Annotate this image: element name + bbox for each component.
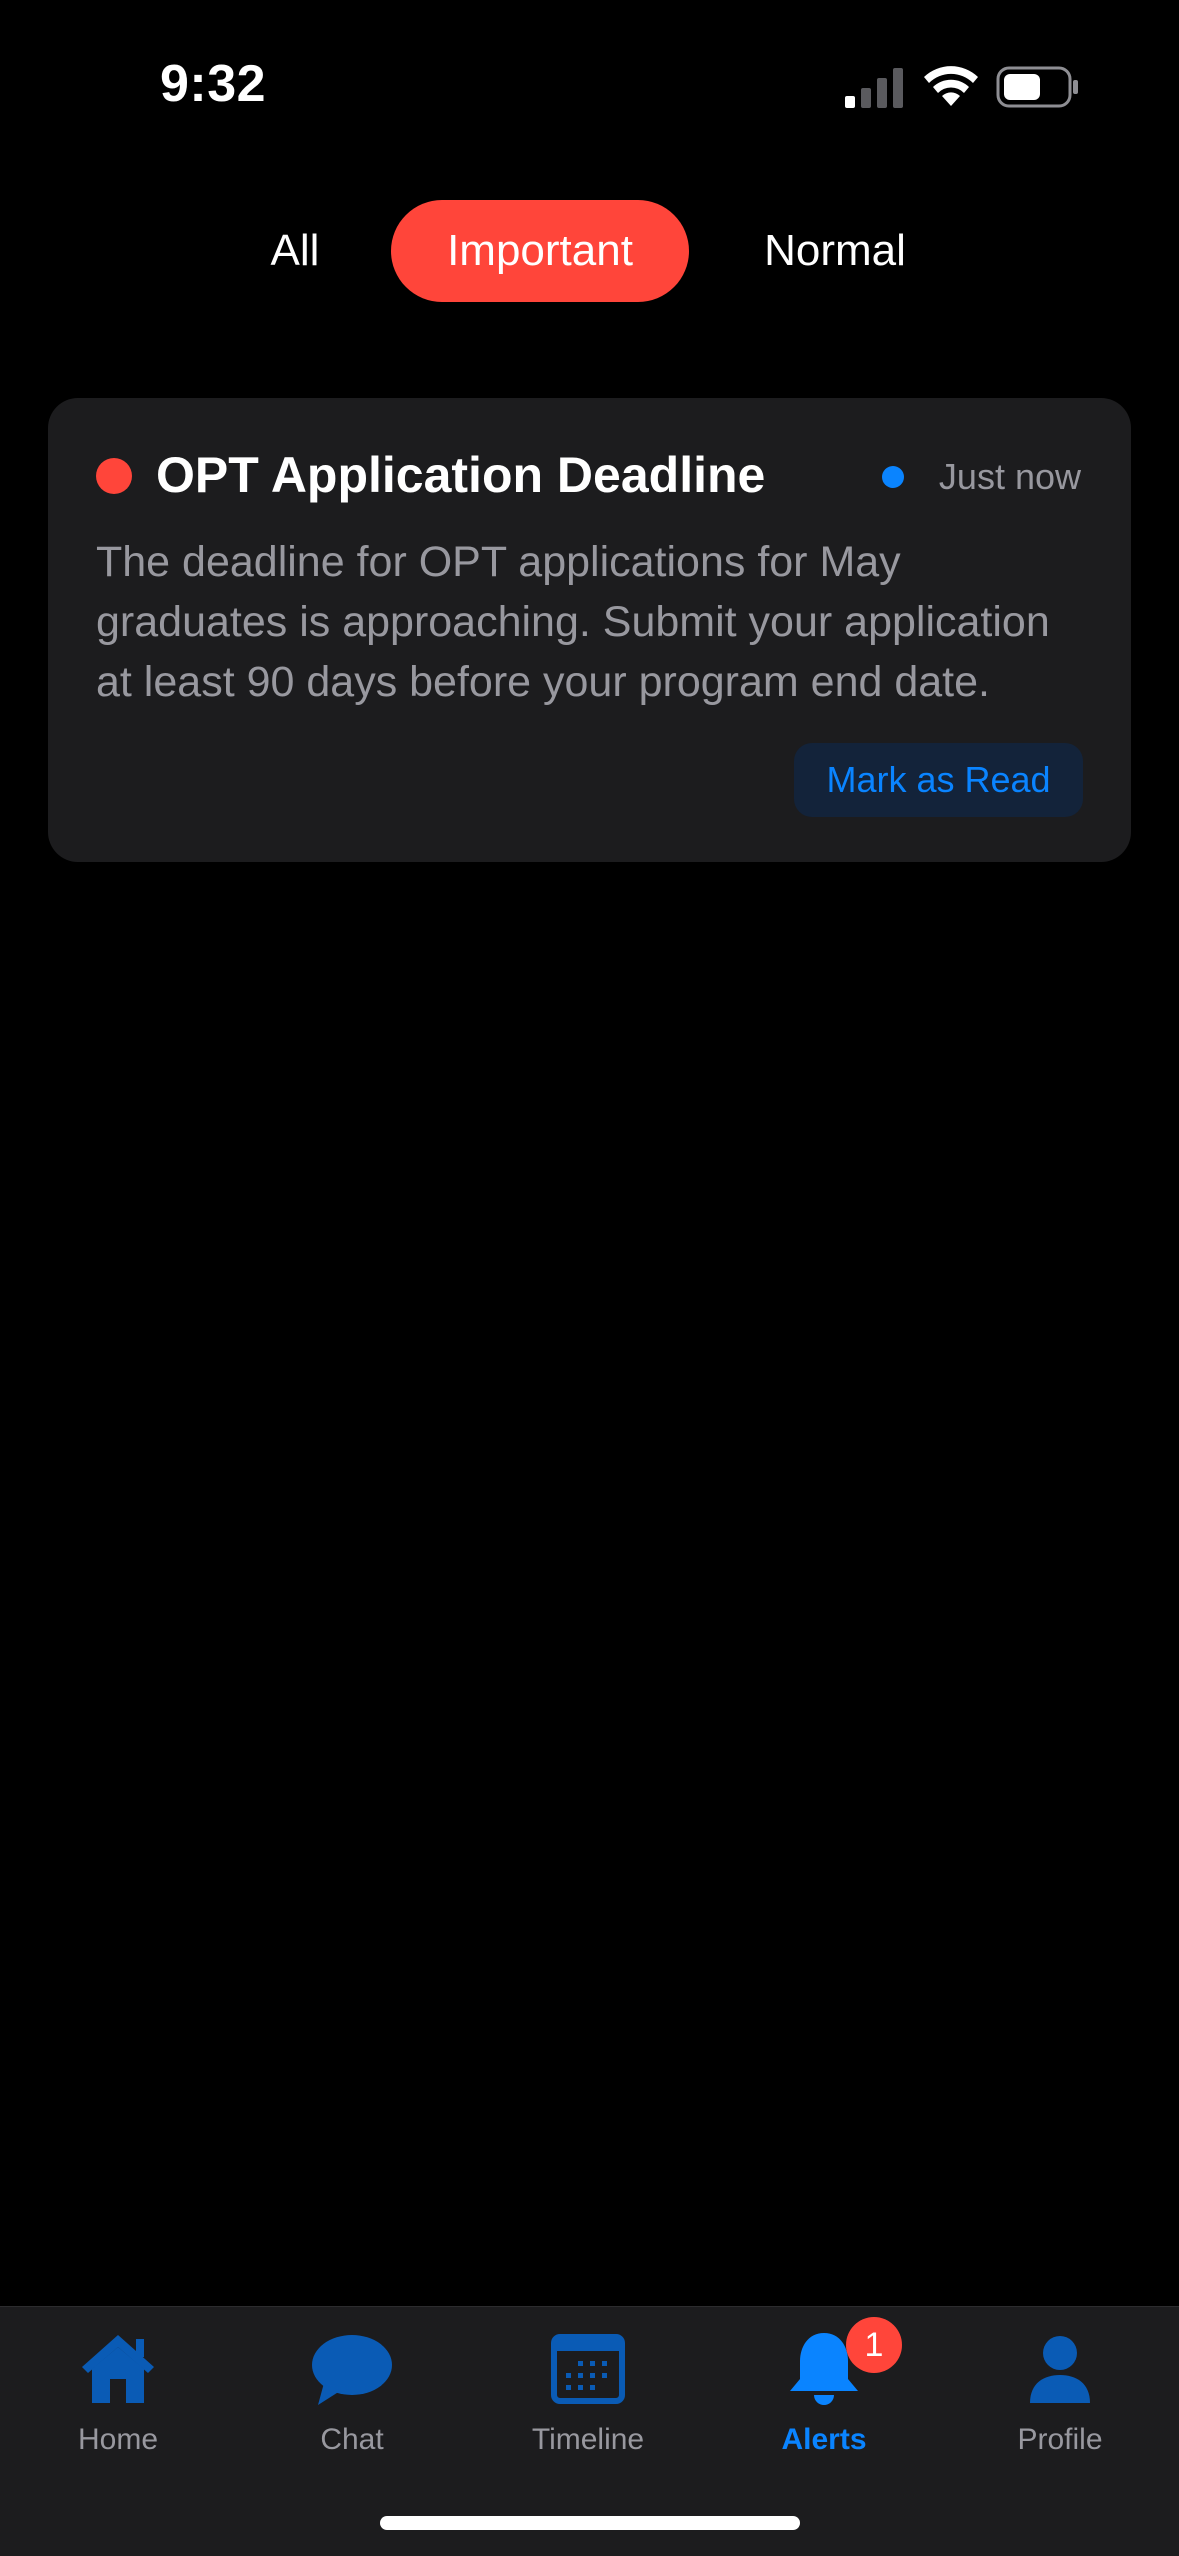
tab-home[interactable]: Home [0, 2307, 236, 2487]
priority-indicator [96, 458, 132, 494]
status-bar: 9:32 [0, 0, 1179, 170]
house-icon [82, 2335, 154, 2403]
chat-bubble-icon [312, 2335, 392, 2405]
notification-card[interactable]: OPT Application Deadline Just now The de… [48, 398, 1131, 862]
notification-time: Just now [938, 456, 1081, 497]
filter-normal-button[interactable]: Normal [735, 200, 935, 302]
tab-chat[interactable]: Chat [234, 2307, 470, 2487]
alerts-screen: 9:32 All Important Normal OPT Applicatio… [0, 0, 1179, 2556]
tab-home-label: Home [77, 2423, 159, 2456]
cellular-signal-icon [845, 68, 903, 108]
tab-timeline[interactable]: Timeline [470, 2307, 706, 2487]
filter-important-button[interactable]: Important [391, 200, 689, 302]
unread-indicator [882, 466, 904, 488]
battery-icon [996, 66, 1078, 108]
tab-alerts-label: Alerts [781, 2423, 867, 2456]
wifi-icon [924, 66, 978, 106]
mark-as-read-button[interactable]: Mark as Read [794, 743, 1083, 817]
home-indicator[interactable] [380, 2516, 800, 2530]
tab-alerts[interactable]: 1 Alerts [706, 2307, 942, 2487]
calendar-icon [551, 2334, 625, 2404]
person-icon [1030, 2336, 1090, 2403]
filter-all-button[interactable]: All [240, 200, 350, 302]
priority-filter: All Important Normal [0, 200, 1179, 304]
notification-title: OPT Application Deadline [156, 447, 766, 503]
tab-profile[interactable]: Profile [942, 2307, 1178, 2487]
notification-body: The deadline for OPT applications for Ma… [96, 538, 1050, 706]
alerts-badge: 1 [846, 2317, 902, 2373]
tab-timeline-label: Timeline [531, 2423, 645, 2456]
tab-profile-label: Profile [1017, 2423, 1103, 2456]
tab-chat-label: Chat [320, 2423, 384, 2456]
status-time: 9:32 [160, 55, 267, 113]
